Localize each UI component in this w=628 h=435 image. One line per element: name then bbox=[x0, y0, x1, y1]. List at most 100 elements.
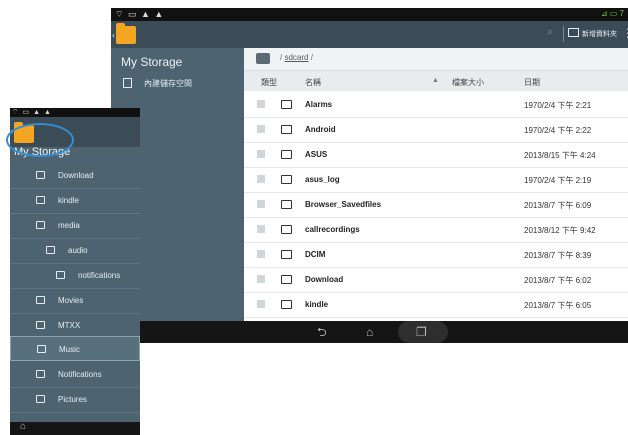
row-checkbox[interactable] bbox=[257, 200, 265, 208]
row-checkbox[interactable] bbox=[257, 100, 265, 108]
row-checkbox[interactable] bbox=[257, 275, 265, 283]
row-checkbox[interactable] bbox=[257, 175, 265, 183]
file-name: Android bbox=[305, 125, 336, 134]
table-row[interactable]: kindle 2013/8/7 下午 6:05 bbox=[244, 292, 628, 318]
file-name: Browser_Savedfiles bbox=[305, 200, 382, 209]
back-chevron-icon[interactable]: ‹ bbox=[112, 30, 115, 40]
file-name: kindle bbox=[305, 300, 329, 309]
file-name: Download bbox=[305, 275, 344, 284]
tablet-window: ⌔ ▭ ▲ ▲ ⊿ ▭ 7 ‹ ⌕ 新增資料夾 ⋮ My Storage 內建儲… bbox=[111, 8, 628, 343]
row-checkbox[interactable] bbox=[257, 250, 265, 258]
folder-tree-item[interactable]: Download bbox=[10, 163, 140, 189]
file-date: 1970/2/4 下午 2:19 bbox=[524, 176, 592, 185]
row-checkbox[interactable] bbox=[257, 125, 265, 133]
row-checkbox[interactable] bbox=[257, 150, 265, 158]
folder-tree-label: audio bbox=[68, 246, 88, 255]
new-folder-button[interactable]: 新增資料夾 bbox=[568, 28, 617, 39]
row-checkbox[interactable] bbox=[257, 300, 265, 308]
folder-icon bbox=[281, 150, 292, 159]
folder-icon bbox=[281, 225, 292, 234]
folder-icon bbox=[281, 125, 292, 134]
action-bar: ‹ ⌕ 新增資料夾 ⋮ bbox=[111, 21, 628, 48]
file-name: callrecordings bbox=[305, 225, 360, 234]
home-icon[interactable]: ⌂ bbox=[20, 421, 26, 432]
file-date: 2013/8/7 下午 6:05 bbox=[524, 301, 592, 310]
folder-icon bbox=[281, 250, 292, 259]
breadcrumb-path: / sdcard / bbox=[280, 53, 313, 62]
file-name: Alarms bbox=[305, 100, 333, 109]
folder-tree-label: Pictures bbox=[58, 395, 87, 404]
folder-icon bbox=[36, 221, 45, 229]
folder-tree-item[interactable]: Movies bbox=[10, 288, 140, 314]
folder-icon bbox=[36, 171, 45, 179]
sidebar-item-internal-storage[interactable]: 內建儲存空間 bbox=[123, 78, 192, 89]
folder-icon bbox=[281, 175, 292, 184]
file-name: DCIM bbox=[305, 250, 326, 259]
table-row[interactable]: callrecordings 2013/8/12 下午 9:42 bbox=[244, 217, 628, 243]
column-name[interactable]: 名稱 bbox=[305, 77, 321, 88]
folder-tree-label: Music bbox=[59, 345, 80, 354]
folder-icon bbox=[36, 196, 45, 204]
file-date: 2013/8/7 下午 6:02 bbox=[524, 276, 592, 285]
file-name: ASUS bbox=[305, 150, 328, 159]
file-date: 2013/8/7 下午 8:39 bbox=[524, 251, 592, 260]
folder-tree-label: Download bbox=[58, 171, 94, 180]
battery-icon: ⊿ ▭ 7 bbox=[600, 9, 624, 18]
file-name: asus_log bbox=[305, 175, 340, 184]
folder-tree-item[interactable]: Pictures bbox=[10, 387, 140, 413]
table-row[interactable]: ASUS 2013/8/15 下午 4:24 bbox=[244, 142, 628, 168]
new-folder-label: 新增資料夾 bbox=[582, 31, 617, 38]
folder-up-icon[interactable] bbox=[256, 53, 270, 64]
folder-icon bbox=[56, 271, 65, 279]
column-type[interactable]: 類型 bbox=[261, 77, 277, 88]
recent-apps-icon[interactable]: ❐ bbox=[416, 324, 427, 340]
back-icon[interactable]: ⮌ bbox=[317, 324, 327, 340]
breadcrumb-root[interactable]: / bbox=[280, 53, 282, 62]
phone-status-icons: ⌔ ▭ ▲ ▲ bbox=[12, 109, 52, 116]
breadcrumb-trail: / bbox=[310, 53, 313, 62]
folder-icon bbox=[281, 275, 292, 284]
folder-tree-item[interactable]: Music bbox=[10, 336, 140, 361]
folder-tree-item[interactable]: audio bbox=[10, 238, 140, 264]
folder-icon bbox=[281, 200, 292, 209]
folder-tree-item[interactable]: media bbox=[10, 213, 140, 239]
storage-icon bbox=[123, 78, 132, 88]
table-row[interactable]: Android 1970/2/4 下午 2:22 bbox=[244, 117, 628, 143]
row-checkbox[interactable] bbox=[257, 225, 265, 233]
folder-icon bbox=[281, 100, 292, 109]
column-date[interactable]: 日期 bbox=[524, 77, 540, 88]
breadcrumb-sdcard[interactable]: sdcard bbox=[284, 53, 308, 62]
folder-icon bbox=[37, 345, 46, 353]
file-list-pane: / sdcard / 類型 名稱 ▲ 檔案大小 日期 Alarms 1970/2/… bbox=[244, 48, 628, 321]
sidebar-item-label: 內建儲存空間 bbox=[144, 79, 192, 88]
folder-app-icon[interactable] bbox=[116, 23, 136, 44]
folder-tree-item[interactable]: kindle bbox=[10, 188, 140, 214]
search-icon[interactable]: ⌕ bbox=[547, 26, 553, 39]
file-date: 2013/8/12 下午 9:42 bbox=[524, 226, 596, 235]
folder-tree-label: media bbox=[58, 221, 80, 230]
folder-tree-item[interactable]: notifications bbox=[10, 263, 140, 289]
table-row[interactable]: Browser_Savedfiles 2013/8/7 下午 6:09 bbox=[244, 192, 628, 218]
folder-tree-label: MTXX bbox=[58, 321, 81, 330]
status-bar: ⌔ ▭ ▲ ▲ ⊿ ▭ 7 bbox=[111, 8, 628, 21]
breadcrumb: / sdcard / bbox=[244, 48, 628, 71]
file-date: 1970/2/4 下午 2:22 bbox=[524, 126, 592, 135]
phone-status-bar: ⌔ ▭ ▲ ▲ bbox=[10, 108, 140, 117]
column-size[interactable]: 檔案大小 bbox=[452, 77, 484, 88]
table-row[interactable]: Alarms 1970/2/4 下午 2:21 bbox=[244, 92, 628, 118]
table-row[interactable]: Download 2013/8/7 下午 6:02 bbox=[244, 267, 628, 293]
folder-icon bbox=[46, 246, 55, 254]
folder-icon bbox=[36, 395, 45, 403]
home-icon[interactable]: ⌂ bbox=[366, 324, 373, 340]
folder-tree-label: Movies bbox=[58, 296, 84, 305]
folder-icon bbox=[36, 321, 45, 329]
table-row[interactable]: asus_log 1970/2/4 下午 2:19 bbox=[244, 167, 628, 193]
sidebar-title: My Storage bbox=[121, 55, 183, 69]
folder-tree-item[interactable]: Notifications bbox=[10, 362, 140, 388]
navigation-bar: ⮌ ⌂ ❐ bbox=[111, 321, 628, 343]
folder-icon bbox=[36, 296, 45, 304]
highlight-circle bbox=[6, 123, 74, 157]
sort-ascending-icon[interactable]: ▲ bbox=[432, 77, 439, 84]
table-row[interactable]: DCIM 2013/8/7 下午 8:39 bbox=[244, 242, 628, 268]
overflow-menu-icon[interactable]: ⋮ bbox=[622, 27, 628, 39]
